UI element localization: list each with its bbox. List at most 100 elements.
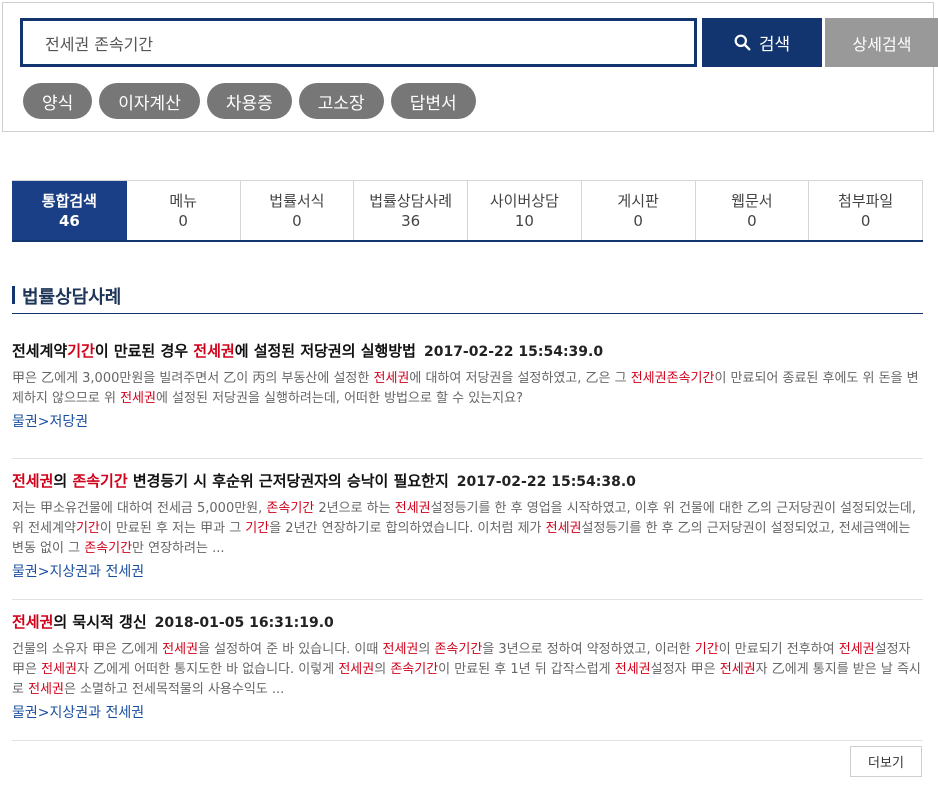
text-segment: 을 설정하여 준 바 있습니다. 이때 [198,642,383,657]
tab-label: 게시판 [617,191,659,210]
tab-integrated[interactable]: 통합검색 46 [12,181,127,240]
advanced-search-button[interactable]: 상세검색 [825,18,938,67]
search-icon [734,34,751,51]
result-category-link[interactable]: 물권>지상권과 전세권 [12,702,923,724]
result-date: 2017-02-22 15:54:39.0 [423,344,604,360]
tab-label: 사이버상담 [489,191,559,210]
tab-count: 0 [633,211,643,230]
result-date: 2017-02-22 15:54:38.0 [456,474,636,490]
keyword-highlight: 전세권 [614,662,651,677]
text-segment: 의 [418,642,435,657]
keyword-highlight: 전세권 [12,613,54,631]
search-category-tabs: 통합검색 46 메뉴 0 법률서식 0 법률상담사례 36 사이버상담 10 게… [12,180,923,242]
keyword-highlight: 존속기간 [84,541,133,556]
text-segment: 자 乙에게 어떠한 통지도한 바 없습니다. 이렇게 [76,662,339,677]
result-title-text: 전세계약기간이 만료된 경우 전세권에 설정된 저당권의 실행방법 [12,342,416,360]
text-segment: 을 3년으로 정하여 약정하였고, 이러한 [482,642,695,657]
section-title: 법률상담사례 [12,283,923,314]
keyword-highlight: 전세권 [838,642,875,657]
search-input[interactable] [20,18,697,67]
text-segment: 변경등기 시 후순위 근저당권자의 승낙이 필요한지 [127,472,449,490]
tab-label: 웹문서 [731,191,773,210]
chip-yangsik[interactable]: 양식 [23,83,93,119]
tab-web-docs[interactable]: 웹문서 0 [696,181,810,240]
text-segment: 건물의 소유자 甲은 乙에게 [12,642,163,657]
tab-count: 10 [514,211,534,230]
text-segment: 은 소멸하고 전세목적물의 사용수익도 ... [63,682,285,697]
text-segment: 전세계약 [12,342,68,360]
tab-count: 0 [860,211,871,230]
tab-cyber-consult[interactable]: 사이버상담 10 [468,181,582,240]
tab-count: 46 [58,211,80,230]
keyword-highlight: 전세권 [120,391,156,406]
result-title-text: 전세권의 존속기간 변경등기 시 후순위 근저당권자의 승낙이 필요한지 [12,472,449,490]
tab-count: 0 [292,211,302,230]
tab-label: 법률상담사례 [369,191,453,210]
result-title[interactable]: 전세권의 묵시적 갱신 2018-01-05 16:31:19.0 [12,611,923,634]
keyword-highlight: 전세권 [193,342,235,360]
tab-count: 0 [178,211,188,230]
tab-count: 0 [747,211,757,230]
more-button[interactable]: 더보기 [850,746,922,777]
chip-complaint[interactable]: 고소장 [298,83,384,119]
text-segment: 의 묵시적 갱신 [53,613,147,631]
tab-board[interactable]: 게시판 0 [582,181,696,240]
keyword-highlight: 전세권 [28,682,64,697]
text-segment: 저는 甲소유건물에 대하여 전세금 5,000만원, [12,501,267,516]
result-title[interactable]: 전세권의 존속기간 변경등기 시 후순위 근저당권자의 승낙이 필요한지 2017… [12,470,923,493]
text-segment: 만 연장하려는 ... [132,541,225,556]
keyword-highlight: 기간 [245,521,270,536]
keyword-highlight: 존속기간 [434,642,483,657]
result-summary: 甲은 乙에게 3,000만원을 빌려주면서 乙이 丙의 부동산에 설정한 전세권… [12,369,923,409]
keyword-highlight: 전세권 [719,662,756,677]
tab-count: 36 [401,211,421,230]
keyword-highlight: 존속기간 [72,472,128,490]
chip-answer[interactable]: 답변서 [390,83,476,119]
result-title[interactable]: 전세계약기간이 만료된 경우 전세권에 설정된 저당권의 실행방법 2017-02… [12,340,923,363]
keyword-highlight: 전세권 [394,501,431,516]
tab-legal-forms[interactable]: 법률서식 0 [241,181,355,240]
result-summary: 저는 甲소유건물에 대하여 전세금 5,000만원, 존속기간 2년으로 하는 … [12,499,923,559]
tab-label: 첨부파일 [838,191,894,210]
keyword-highlight: 존속기간 [390,662,439,677]
text-segment: 에 설정된 저당권을 실행하려는데, 어떠한 방법으로 할 수 있는지요? [155,391,523,406]
keyword-chips: 양식 이자계산 차용증 고소장 답변서 [23,83,476,119]
text-segment: 甲은 乙에게 3,000만원을 빌려주면서 乙이 丙의 부동산에 설정한 [12,371,374,386]
text-segment: 이 만료된 후 저는 甲과 그 [99,521,246,536]
result-item: 전세권의 존속기간 변경등기 시 후순위 근저당권자의 승낙이 필요한지 2017… [12,470,923,600]
keyword-highlight: 존속기간 [266,501,315,516]
text-segment: 에 설정된 저당권의 실행방법 [234,342,416,360]
text-segment: 의 [53,472,73,490]
result-date: 2018-01-05 16:31:19.0 [154,615,334,631]
keyword-highlight: 전세권존속기간 [630,371,715,386]
text-segment: 설정자 甲은 [650,662,720,677]
result-category-link[interactable]: 물권>지상권과 전세권 [12,561,923,583]
keyword-highlight: 전세권 [41,662,77,677]
text-segment: 이 만료되기 전후하여 [718,642,839,657]
text-segment: 이 만료된 경우 [94,342,194,360]
chip-promissory-note[interactable]: 차용증 [206,83,292,119]
text-segment: 이 만료된 후 1년 뒤 갑작스럽게 [438,662,615,677]
keyword-highlight: 전세권 [545,521,582,536]
tab-menu[interactable]: 메뉴 0 [127,181,241,240]
chip-interest-calc[interactable]: 이자계산 [99,83,200,119]
keyword-highlight: 전세권 [382,642,419,657]
tab-legal-cases[interactable]: 법률상담사례 36 [354,181,468,240]
keyword-highlight: 기간 [75,521,100,536]
tab-attachments[interactable]: 첨부파일 0 [809,181,923,240]
text-segment: 에 대하여 저당권을 설정하였고, 乙은 그 [409,371,631,386]
keyword-highlight: 기간 [67,342,95,360]
keyword-highlight: 전세권 [338,662,375,677]
tab-label: 메뉴 [169,191,197,210]
text-segment: 의 [374,662,391,677]
result-category-link[interactable]: 물권>저당권 [12,411,923,433]
search-panel: 검색 상세검색 양식 이자계산 차용증 고소장 답변서 [2,2,938,132]
text-segment: 2년으로 하는 [314,501,395,516]
keyword-highlight: 전세권 [373,371,410,386]
keyword-highlight: 전세권 [162,642,199,657]
result-item: 전세계약기간이 만료된 경우 전세권에 설정된 저당권의 실행방법 2017-02… [12,340,923,459]
tab-label: 통합검색 [41,191,97,210]
tab-label: 법률서식 [269,191,325,210]
search-button-label: 검색 [758,35,791,55]
search-button[interactable]: 검색 [702,18,822,67]
